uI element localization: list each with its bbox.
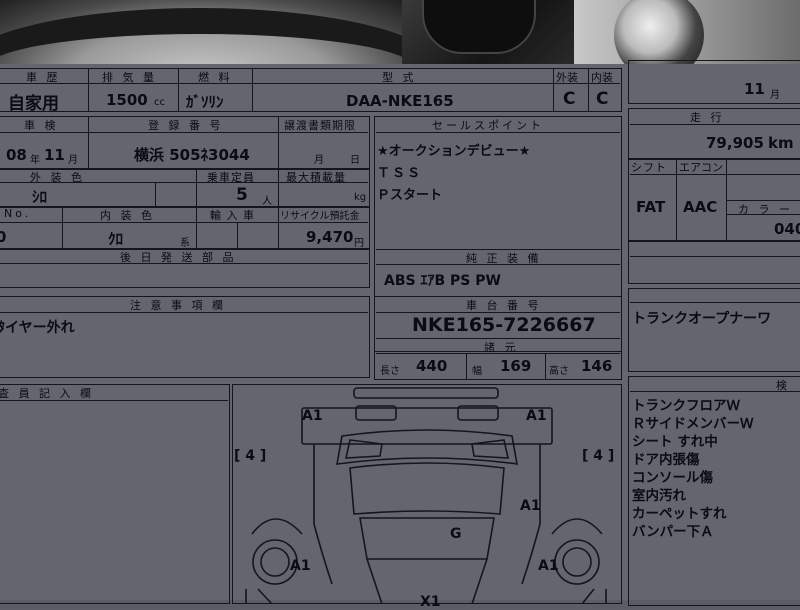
height-value: 146 [581,357,613,375]
transfer-deadline-label: 譲渡書類期限 [284,119,356,132]
model-label: 型 式 [382,71,417,84]
inspection-item: 室内汚れ [632,488,686,504]
inspection-month-unit: 月 [68,155,78,166]
ac-value: AAC [683,198,718,216]
inspection-item: シート すれ中 [632,434,718,450]
shift-value: FAT [636,198,666,216]
recycle-fee: 9,470 [306,228,354,246]
dimensions-label: 諸 元 [484,341,519,354]
inspector-box [0,384,230,604]
exterior-grade-label: 外装 [556,71,578,84]
displacement-label: 排 気 量 [102,71,157,84]
length-label: 長さ [380,366,400,377]
damage-mark: X1 [420,594,441,610]
history-label: 車 歴 [26,71,61,84]
ac-label: エアコン [679,161,723,174]
sales-point-1: ★オークションデビュー★ [377,144,531,159]
exterior-color-label: 外 装 色 [30,171,85,184]
registration-label: 登 録 番 号 [148,119,224,132]
deadline-month-unit: 月 [314,155,324,166]
interior-color-label: 内 装 色 [100,209,155,222]
notes-label: 注 意 事 項 欄 [130,299,226,312]
damage-mark: A1 [302,408,323,424]
damage-mark: A1 [520,498,541,514]
chassis-label: 車 台 番 号 [466,299,542,312]
inspection-item: コンソール傷 [632,470,713,486]
auction-sheet: 車 歴 排 気 量 燃 料 型 式 外装 内装 自家用 1500 cc ｶﾞｿﾘ… [0,60,800,610]
inspection-year-unit: 年 [30,155,40,166]
blank-right-box [628,240,800,284]
import-label: 輸 入 車 [210,209,255,222]
max-load-label: 最大積載量 [286,171,346,184]
displacement-value: 1500 [106,91,148,109]
options-box [628,288,800,372]
inspection-item: バンパー下Ａ [632,524,714,540]
damage-mark: G [450,526,462,542]
basic-info-row [0,68,622,112]
inspection-year: 08 [6,146,27,164]
mileage-label: 走 行 [690,111,725,124]
deadline-day-unit: 日 [350,155,360,166]
inspection-report-label: 検 [776,379,790,392]
model-code: DAA-NKE165 [346,92,454,110]
height-label: 高さ [549,366,569,377]
damage-mark: A1 [290,558,311,574]
width-value: 169 [500,357,532,375]
color-code: 040 [774,220,800,238]
exterior-color: ｼﾛ [32,188,48,206]
sales-point-3: Ｐスタート [377,188,443,203]
year-month-unit: 月 [770,90,780,101]
damage-mark: A1 [538,558,559,574]
capacity-value: 5 [236,185,248,205]
chassis-number: NKE165-7226667 [412,314,596,336]
width-label: 幅 [472,366,482,377]
registration-number: 横浜 505ﾈ3044 [134,146,250,164]
exterior-grade: C [563,89,576,109]
sales-point-2: ＴＳＳ [377,166,423,181]
inspection-label: 車 検 [24,119,59,132]
inspection-item: トランクフロアＷ [632,398,740,414]
fuel-value: ｶﾞｿﾘﾝ [186,93,224,111]
recycle-fee-unit: 円 [354,238,364,249]
year-month-value: 11 [744,80,765,98]
inspector-label: 査 員 記 入 欄 [0,387,94,400]
interior-color: ｸﾛ [108,230,124,248]
recycle-fee-label: リサイクル預託金 [280,211,360,222]
sales-points-label: セールスポイント [432,119,544,132]
car-history-value: 自家用 [8,94,59,114]
later-parts-label: 後 日 発 送 部 品 [120,251,237,264]
displacement-unit: cc [154,97,165,108]
ignition-photo [574,0,800,64]
airbag-photo [402,0,574,64]
inspection-item: カーペットすれ [632,506,727,522]
damage-mark: [ 4 ] [234,448,267,464]
length-value: 440 [416,357,448,375]
interior-color-suffix: 系 [180,238,190,249]
number-value: 0 [0,228,7,246]
mileage-unit: km [768,134,794,152]
capacity-unit: 人 [262,196,272,207]
options-text: トランクオープナーワ [632,311,772,327]
equipment-label: 純 正 装 備 [466,252,542,265]
equipment-text: ABS ｴｱB PS PW [384,273,501,289]
inspection-item: ＲサイドメンバーＷ [632,416,754,432]
damage-mark: A1 [526,408,547,424]
inspection-month: 11 [44,146,65,164]
capacity-label: 乗車定員 [207,171,255,184]
inspection-item: ドア内張傷 [632,452,700,468]
notes-text: ﾀイヤー外れ [0,320,75,336]
shift-label: シフト [631,161,667,174]
steering-wheel-photo [0,0,402,64]
damage-mark: [ 4 ] [582,448,615,464]
interior-grade-label: 内装 [591,71,613,84]
mileage-value: 79,905 [706,134,764,152]
color-code-label: カ ラ ー [738,203,793,216]
fuel-label: 燃 料 [198,71,233,84]
number-label: No. [4,207,32,220]
load-unit: kg [354,192,367,203]
interior-grade: C [596,89,609,109]
